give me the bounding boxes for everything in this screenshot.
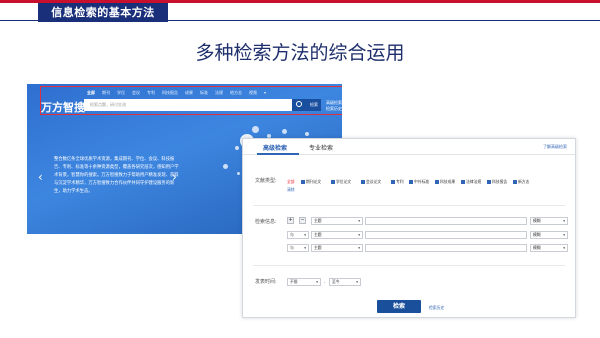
publish-time-label: 发表时间: [255,279,277,285]
divider [253,205,565,206]
advanced-tabs: 高级检索 专业检索 了解高级检索 [243,139,575,155]
search-history-link[interactable]: 检索历史 [429,305,444,311]
doc-type-law[interactable]: 法律法规 [461,179,481,185]
field-select-2[interactable]: 主题 ▾ [311,231,363,239]
time-from-select[interactable]: 不限 ▾ [287,278,321,286]
keyword-input-2[interactable] [365,231,527,239]
time-dash: - [324,279,326,284]
highlight-box [40,86,342,115]
active-tab-underline [257,153,299,155]
doc-type-journal[interactable]: 期刊论文 [301,179,321,185]
slide-headline: 多种检索方法的综合运用 [195,42,405,64]
wanfang-description: 整合数亿条全球优质学术资源，集成期刊、学位、会议、科技报告、专利、标准等十余种资… [54,157,179,194]
help-link[interactable]: 了解高级检索 [543,144,567,150]
keyword-input-1[interactable] [365,217,527,225]
doc-type-all[interactable]: 全部 [287,179,295,185]
doc-type-thesis[interactable]: 学位论文 [331,179,351,185]
match-select-3[interactable]: 模糊 ▾ [530,244,568,252]
doc-type-standard[interactable]: 中外标准 [409,179,429,185]
add-row-button[interactable]: + [287,217,294,224]
carousel-prev-icon[interactable]: ‹ [38,170,43,184]
remove-row-button[interactable]: − [299,217,306,224]
clear-link[interactable]: 清除 [287,187,295,193]
advanced-search-button[interactable]: 检索 [377,300,421,313]
logic-select-2[interactable]: 与 ▾ [287,231,309,239]
doc-type-label: 文献类型: [255,178,277,184]
search-info-label: 检索信息: [255,219,277,225]
match-select-2[interactable]: 模糊 ▾ [530,231,568,239]
section-tab: 信息检索的基本方法 [38,3,168,22]
slide: 信息检索的基本方法 多种检索方法的综合运用 全部 期刊 学位 会议 专利 科技报… [0,0,600,338]
divider [253,265,565,266]
logic-select-3[interactable]: 与 ▾ [287,244,309,252]
tab-professional-search[interactable]: 专业检索 [309,143,333,152]
top-bar: 信息检索的基本方法 [0,0,600,22]
field-select-3[interactable]: 主题 ▾ [311,244,363,252]
doc-type-tech-report[interactable]: 科技报告 [487,179,507,185]
doc-type-local-records[interactable]: 新方志 [513,179,529,185]
doc-type-achievement[interactable]: 科技成果 [435,179,455,185]
doc-type-conference[interactable]: 会议论文 [361,179,381,185]
doc-type-patent[interactable]: 专利 [391,179,404,185]
keyword-input-3[interactable] [365,244,527,252]
tab-advanced-search[interactable]: 高级检索 [263,143,287,152]
match-select-1[interactable]: 模糊 ▾ [530,217,568,225]
field-select-1[interactable]: 主题 ▾ [311,217,363,225]
advanced-search-screenshot: 高级检索 专业检索 了解高级检索 文献类型: 全部 期刊论文 学位论文 会议论文… [242,138,576,318]
time-to-select[interactable]: 至今 ▾ [329,278,361,286]
